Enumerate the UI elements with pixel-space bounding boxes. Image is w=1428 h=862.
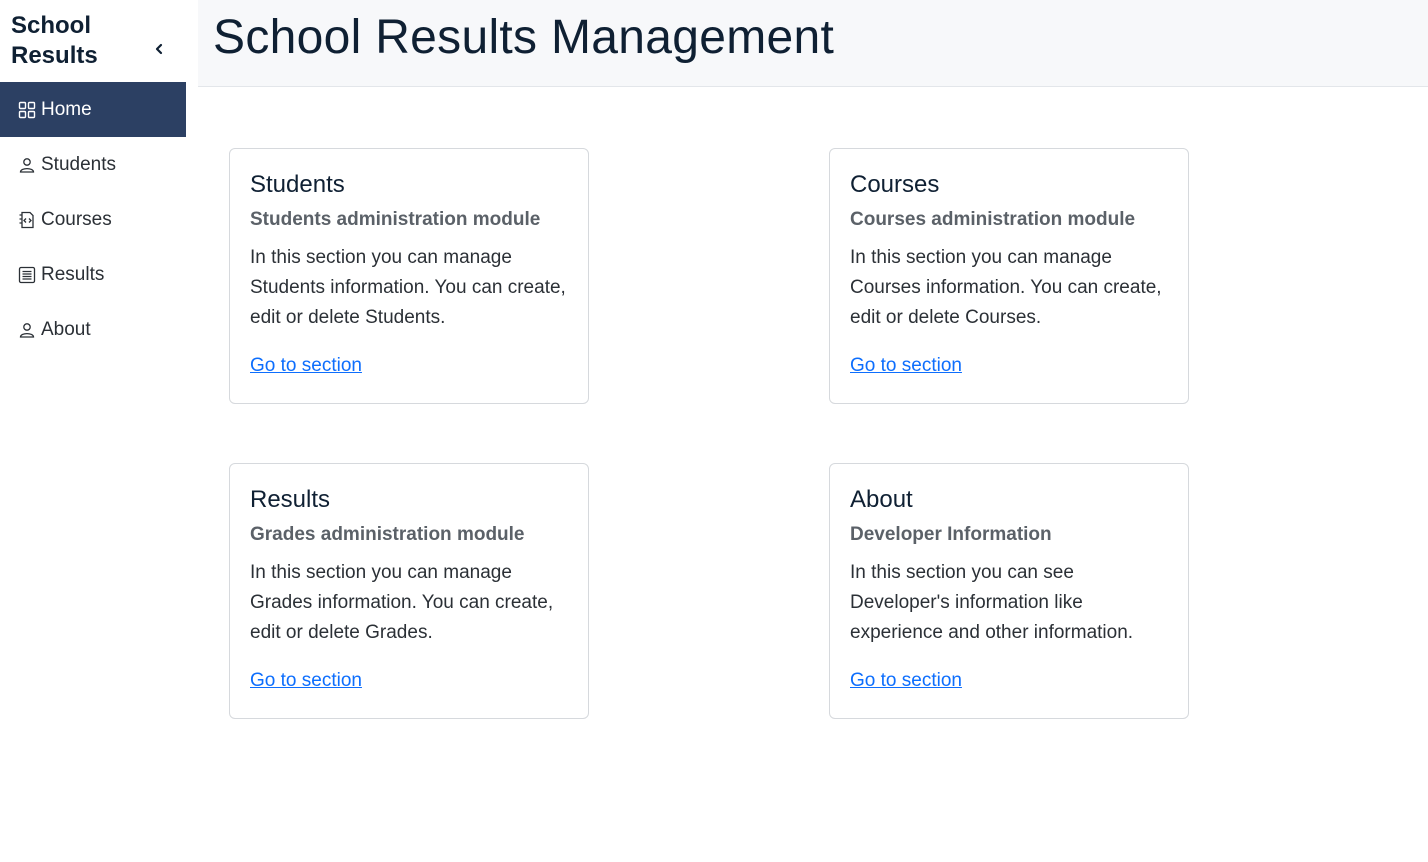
- person-icon: [18, 321, 36, 339]
- card-subtitle: Students administration module: [250, 209, 541, 230]
- go-to-section-link[interactable]: Go to section: [850, 670, 962, 691]
- card-students: Students Students administration module …: [229, 148, 589, 404]
- sidebar-item-label: About: [41, 318, 91, 340]
- go-to-section-link[interactable]: Go to section: [250, 355, 362, 376]
- brand-title: School Results: [11, 12, 98, 69]
- card-courses: Courses Courses administration module In…: [829, 148, 1189, 404]
- card-title: Students: [250, 171, 345, 198]
- go-to-section-link[interactable]: Go to section: [250, 670, 362, 691]
- card-title: Results: [250, 486, 331, 513]
- sidebar-item-results[interactable]: Results: [0, 247, 186, 302]
- card-text: In this section you can see Developer's …: [850, 562, 1134, 643]
- card-about: About Developer Information In this sect…: [829, 463, 1189, 719]
- sidebar-item-label: Students: [41, 153, 116, 175]
- sidebar-item-about[interactable]: About: [0, 302, 186, 357]
- card-text: In this section you can manage Students …: [250, 247, 566, 328]
- sidebar-item-label: Home: [41, 98, 92, 120]
- sidebar-brand: School Results: [0, 0, 186, 82]
- card-text: In this section you can manage Grades in…: [250, 562, 554, 643]
- chevron-left-icon: [155, 43, 163, 55]
- sidebar-item-courses[interactable]: Courses: [0, 192, 186, 247]
- person-icon: [18, 156, 36, 174]
- sidebar-item-students[interactable]: Students: [0, 137, 186, 192]
- sidebar-item-home[interactable]: Home: [0, 82, 186, 137]
- file-code-icon: [18, 211, 36, 229]
- card-title: Courses: [850, 171, 940, 198]
- app: School Results Home Students Courses Res…: [0, 0, 1428, 862]
- grid-icon: [18, 101, 36, 119]
- go-to-section-link[interactable]: Go to section: [850, 355, 962, 376]
- sidebar-item-label: Results: [41, 263, 105, 285]
- card-subtitle: Courses administration module: [850, 209, 1136, 230]
- card-subtitle: Developer Information: [850, 524, 1052, 545]
- page-header: School Results Management: [198, 0, 1428, 87]
- card-text: In this section you can manage Courses i…: [850, 247, 1162, 328]
- sidebar-nav: Home Students Courses Results About: [0, 82, 186, 357]
- card-title: About: [850, 486, 913, 513]
- collapse-sidebar-button[interactable]: [150, 40, 168, 58]
- list-card-icon: [18, 266, 36, 284]
- sidebar-item-label: Courses: [41, 208, 112, 230]
- sidebar: School Results Home Students Courses Res…: [0, 0, 186, 862]
- card-subtitle: Grades administration module: [250, 524, 525, 545]
- card-results: Results Grades administration module In …: [229, 463, 589, 719]
- page-title: School Results Management: [213, 11, 835, 64]
